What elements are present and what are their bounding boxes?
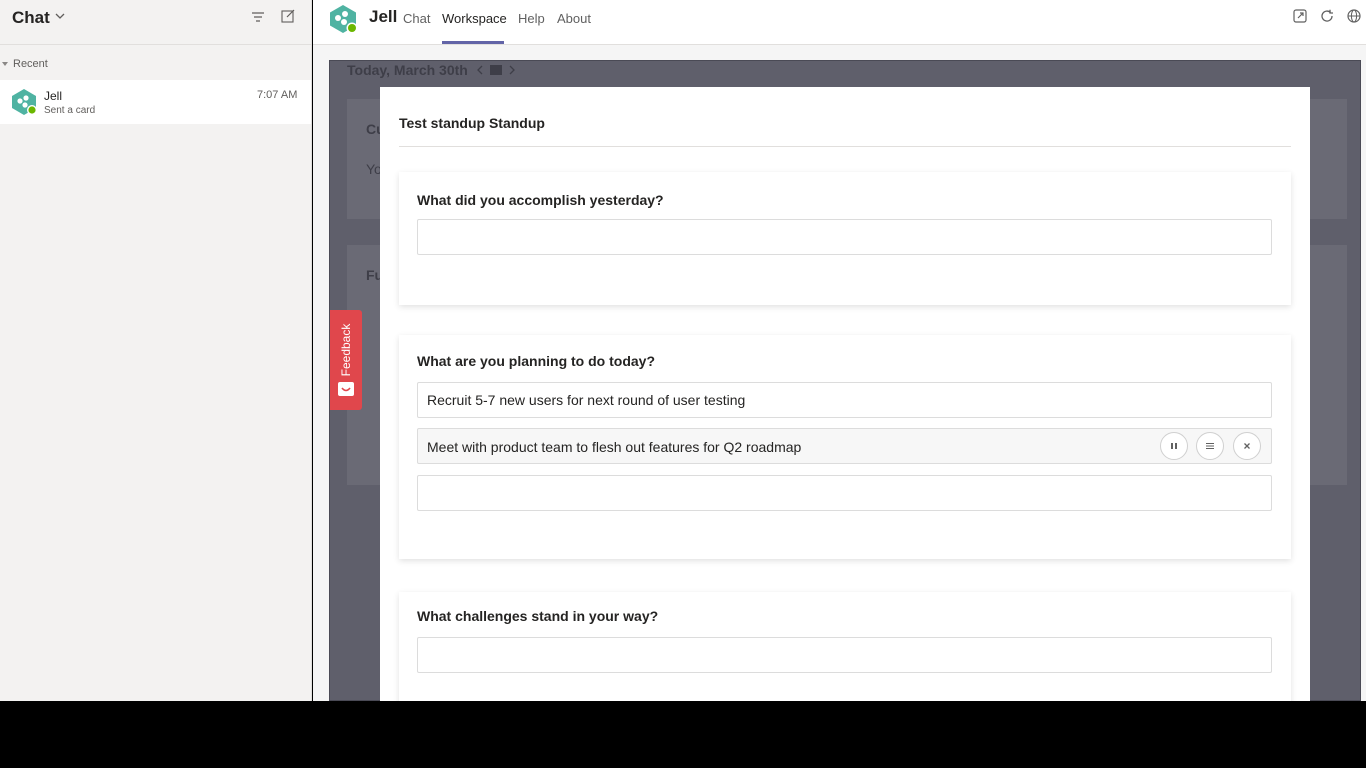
chat-item-name: Jell <box>44 89 63 103</box>
popout-icon[interactable] <box>1292 8 1308 24</box>
standup-modal: Test standup Standup What did you accomp… <box>380 87 1310 701</box>
question-section-yesterday: What did you accomplish yesterday? <box>399 172 1291 305</box>
app-header: Jell Chat Workspace Help About <box>313 0 1366 45</box>
app-pane: Jell Chat Workspace Help About Today, Ma… <box>313 0 1366 701</box>
pause-icon <box>1171 443 1177 449</box>
tab-help[interactable]: Help <box>518 11 545 26</box>
feedback-label: Feedback <box>339 323 353 377</box>
feedback-smile-icon <box>338 382 354 396</box>
close-icon <box>1244 443 1250 449</box>
feedback-button[interactable]: Feedback <box>330 310 362 410</box>
pause-button[interactable] <box>1160 432 1188 460</box>
question-section-challenges: What challenges stand in your way? <box>399 592 1291 701</box>
today-answer-row-2[interactable]: Meet with product team to flesh out feat… <box>417 428 1272 464</box>
chat-item-preview: Sent a card <box>44 105 96 116</box>
app-name: Jell <box>369 7 398 26</box>
workspace-date: Today, March 30th <box>347 62 468 78</box>
tab-about[interactable]: About <box>557 11 591 26</box>
tab-workspace[interactable]: Workspace <box>442 11 507 26</box>
collapse-triangle-icon <box>2 62 8 66</box>
today-answer-input-3[interactable] <box>417 475 1272 511</box>
question-label: What challenges stand in your way? <box>417 608 659 624</box>
today-answer-text-2: Meet with product team to flesh out feat… <box>427 439 802 455</box>
chat-pane: Chat Recent Jell Sent a card 7:07 AM <box>0 0 312 701</box>
chat-item-time: 7:07 AM <box>257 89 298 101</box>
globe-icon[interactable] <box>1346 8 1362 24</box>
chevron-down-icon[interactable] <box>55 11 65 21</box>
refresh-icon[interactable] <box>1319 8 1335 24</box>
question-label: What are you planning to do today? <box>417 353 655 369</box>
filter-icon[interactable] <box>250 9 266 25</box>
question-section-today: What are you planning to do today? Meet … <box>399 335 1291 559</box>
active-tab-indicator <box>442 41 504 44</box>
jell-logo-icon <box>330 5 358 34</box>
chat-list-item[interactable]: Jell Sent a card 7:07 AM <box>0 80 311 124</box>
chat-pane-header: Chat <box>0 0 311 45</box>
recent-section-header[interactable]: Recent <box>0 58 48 70</box>
compose-icon[interactable] <box>280 8 296 24</box>
challenges-answer-input[interactable] <box>417 637 1272 673</box>
yesterday-answer-input[interactable] <box>417 219 1272 255</box>
remove-item-button[interactable] <box>1233 432 1261 460</box>
modal-divider <box>399 146 1291 147</box>
date-nav-icon <box>477 65 515 75</box>
tab-chat[interactable]: Chat <box>403 11 430 26</box>
letterbox-bar <box>0 701 1366 768</box>
recent-label: Recent <box>13 58 48 70</box>
reorder-button[interactable] <box>1196 432 1224 460</box>
modal-title: Test standup Standup <box>399 115 545 131</box>
today-answer-input-1[interactable] <box>417 382 1272 418</box>
question-label: What did you accomplish yesterday? <box>417 192 664 208</box>
chat-title[interactable]: Chat <box>12 8 50 28</box>
drag-handle-icon <box>1206 443 1214 449</box>
jell-avatar <box>12 89 37 115</box>
